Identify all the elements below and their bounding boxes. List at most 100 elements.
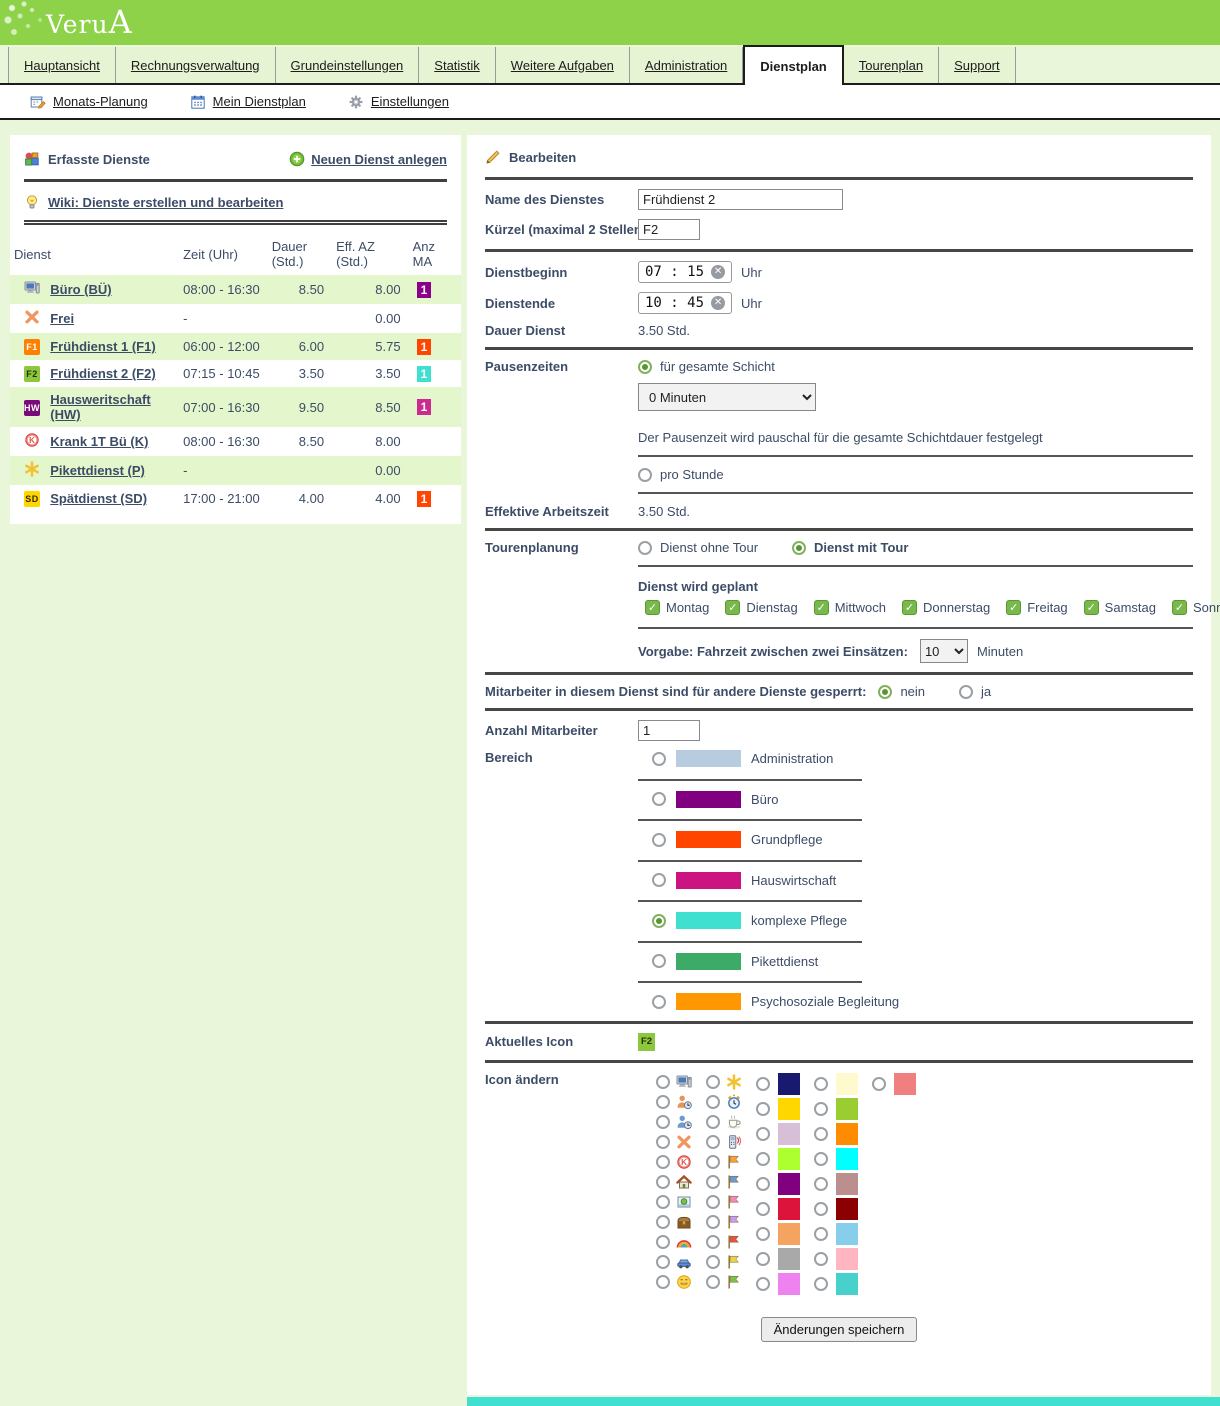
- ende-time-input[interactable]: 10 : 45 ✕: [638, 292, 732, 314]
- main-tab[interactable]: Statistik: [419, 47, 496, 83]
- icon-option[interactable]: [706, 1152, 742, 1172]
- icon-option[interactable]: [656, 1252, 692, 1272]
- icon-option[interactable]: [656, 1072, 692, 1092]
- subnav-item[interactable]: Monats-Planung: [30, 94, 148, 110]
- main-tab[interactable]: Hauptansicht: [8, 47, 116, 83]
- divider: [485, 708, 1193, 711]
- main-tab[interactable]: Support: [939, 47, 1016, 83]
- wiki-link[interactable]: Wiki: Dienste erstellen und bearbeiten: [48, 195, 283, 210]
- color-option[interactable]: [814, 1197, 858, 1222]
- color-option[interactable]: [814, 1147, 858, 1172]
- icon-option[interactable]: [706, 1132, 742, 1152]
- color-option[interactable]: [756, 1172, 800, 1197]
- weekday-checkbox[interactable]: Mittwoch: [814, 600, 886, 615]
- kuerzel-input[interactable]: [638, 219, 700, 240]
- weekday-checkbox[interactable]: Samstag: [1084, 600, 1156, 615]
- main-tab[interactable]: Weitere Aufgaben: [496, 47, 630, 83]
- icon-option[interactable]: [656, 1232, 692, 1252]
- subnav-item[interactable]: Einstellungen: [348, 94, 449, 110]
- service-link[interactable]: Spätdienst (SD): [50, 491, 147, 506]
- color-option[interactable]: [756, 1072, 800, 1097]
- pause-minutes-select[interactable]: 0 Minuten: [638, 383, 816, 411]
- gesperrt-ja-radio[interactable]: ja: [959, 684, 991, 699]
- weekday-checkbox[interactable]: Freitag: [1006, 600, 1067, 615]
- color-option[interactable]: [814, 1272, 858, 1297]
- anzahl-input[interactable]: [638, 720, 700, 741]
- icon-option[interactable]: [706, 1072, 742, 1092]
- bereich-color-swatch: [676, 953, 741, 970]
- bereich-option[interactable]: komplexe Pflege: [652, 912, 847, 929]
- save-button[interactable]: Änderungen speichern: [761, 1317, 918, 1342]
- bereich-option[interactable]: Pikettdienst: [652, 953, 818, 970]
- icon-option[interactable]: [656, 1092, 692, 1112]
- color-option[interactable]: [814, 1222, 858, 1247]
- bereich-option[interactable]: Büro: [652, 791, 778, 808]
- color-option[interactable]: [814, 1122, 858, 1147]
- icon-option[interactable]: [656, 1212, 692, 1232]
- tour-mit-radio[interactable]: Dienst mit Tour: [792, 540, 908, 555]
- tour-ohne-radio[interactable]: Dienst ohne Tour: [638, 540, 758, 555]
- bereich-option[interactable]: Administration: [652, 750, 833, 767]
- icon-option[interactable]: [706, 1092, 742, 1112]
- color-option[interactable]: [756, 1097, 800, 1122]
- gesperrt-nein-radio[interactable]: nein: [878, 684, 925, 699]
- icon-option[interactable]: [706, 1272, 742, 1292]
- fahrzeit-select[interactable]: 10: [920, 639, 968, 663]
- color-option[interactable]: [814, 1072, 858, 1097]
- service-link[interactable]: Pikettdienst (P): [50, 463, 145, 478]
- main-tab[interactable]: Grundeinstellungen: [276, 47, 420, 83]
- color-option[interactable]: [756, 1272, 800, 1297]
- color-option[interactable]: [756, 1222, 800, 1247]
- icon-option[interactable]: [706, 1212, 742, 1232]
- color-option[interactable]: [814, 1172, 858, 1197]
- weekday-checkbox[interactable]: Sonntag: [1172, 600, 1220, 615]
- new-service-link[interactable]: Neuen Dienst anlegen: [289, 151, 447, 167]
- main-tab[interactable]: Dienstplan: [743, 45, 843, 85]
- service-link[interactable]: Frühdienst 1 (F1): [50, 339, 155, 354]
- color-swatch: [894, 1073, 916, 1095]
- clear-time-icon[interactable]: ✕: [711, 265, 725, 279]
- color-option[interactable]: [814, 1247, 858, 1272]
- pause-prostunde-radio[interactable]: pro Stunde: [638, 467, 724, 482]
- weekday-checkbox[interactable]: Donnerstag: [902, 600, 990, 615]
- services-title: Erfasste Dienste: [24, 151, 150, 167]
- color-option[interactable]: [756, 1147, 800, 1172]
- bereich-option[interactable]: Hauswirtschaft: [652, 872, 836, 889]
- icon-option[interactable]: [706, 1232, 742, 1252]
- service-link[interactable]: Frei: [50, 311, 74, 326]
- main-tab[interactable]: Tourenplan: [844, 47, 939, 83]
- icon-option[interactable]: [706, 1172, 742, 1192]
- beginn-time-input[interactable]: 07 : 15 ✕: [638, 261, 732, 283]
- color-option[interactable]: [872, 1072, 916, 1097]
- icon-option[interactable]: [656, 1132, 692, 1152]
- icon-option[interactable]: [656, 1192, 692, 1212]
- pause-gesamt-radio[interactable]: für gesamte Schicht: [638, 359, 1043, 374]
- icon-option[interactable]: K: [656, 1152, 692, 1172]
- color-option[interactable]: [814, 1097, 858, 1122]
- main-tab[interactable]: Administration: [630, 47, 743, 83]
- icon-option[interactable]: [656, 1112, 692, 1132]
- icon-option[interactable]: [706, 1252, 742, 1272]
- color-option[interactable]: [756, 1122, 800, 1147]
- icon-option[interactable]: [656, 1172, 692, 1192]
- bereich-option[interactable]: Psychosoziale Begleitung: [652, 993, 899, 1010]
- weekday-checkbox[interactable]: Dienstag: [725, 600, 797, 615]
- subnav-item[interactable]: Mein Dienstplan: [190, 94, 306, 110]
- bereich-option[interactable]: Grundpflege: [652, 831, 823, 848]
- main-tab[interactable]: Rechnungsverwaltung: [116, 47, 276, 83]
- icon-option[interactable]: [706, 1192, 742, 1212]
- color-swatch: [836, 1098, 858, 1120]
- color-option[interactable]: [756, 1197, 800, 1222]
- color-option[interactable]: [756, 1247, 800, 1272]
- computer-icon: [24, 280, 40, 296]
- clear-time-icon[interactable]: ✕: [711, 296, 725, 310]
- service-link[interactable]: Hausweritschaft (HW): [50, 392, 150, 422]
- icon-option[interactable]: [656, 1272, 692, 1292]
- service-link[interactable]: Büro (BÜ): [50, 282, 111, 297]
- service-link[interactable]: Krank 1T Bü (K): [50, 434, 148, 449]
- icon-option[interactable]: [706, 1112, 742, 1132]
- name-input[interactable]: [638, 189, 843, 210]
- service-link[interactable]: Frühdienst 2 (F2): [50, 366, 155, 381]
- weekday-checkbox[interactable]: Montag: [645, 600, 709, 615]
- weekday-label: Montag: [666, 600, 709, 615]
